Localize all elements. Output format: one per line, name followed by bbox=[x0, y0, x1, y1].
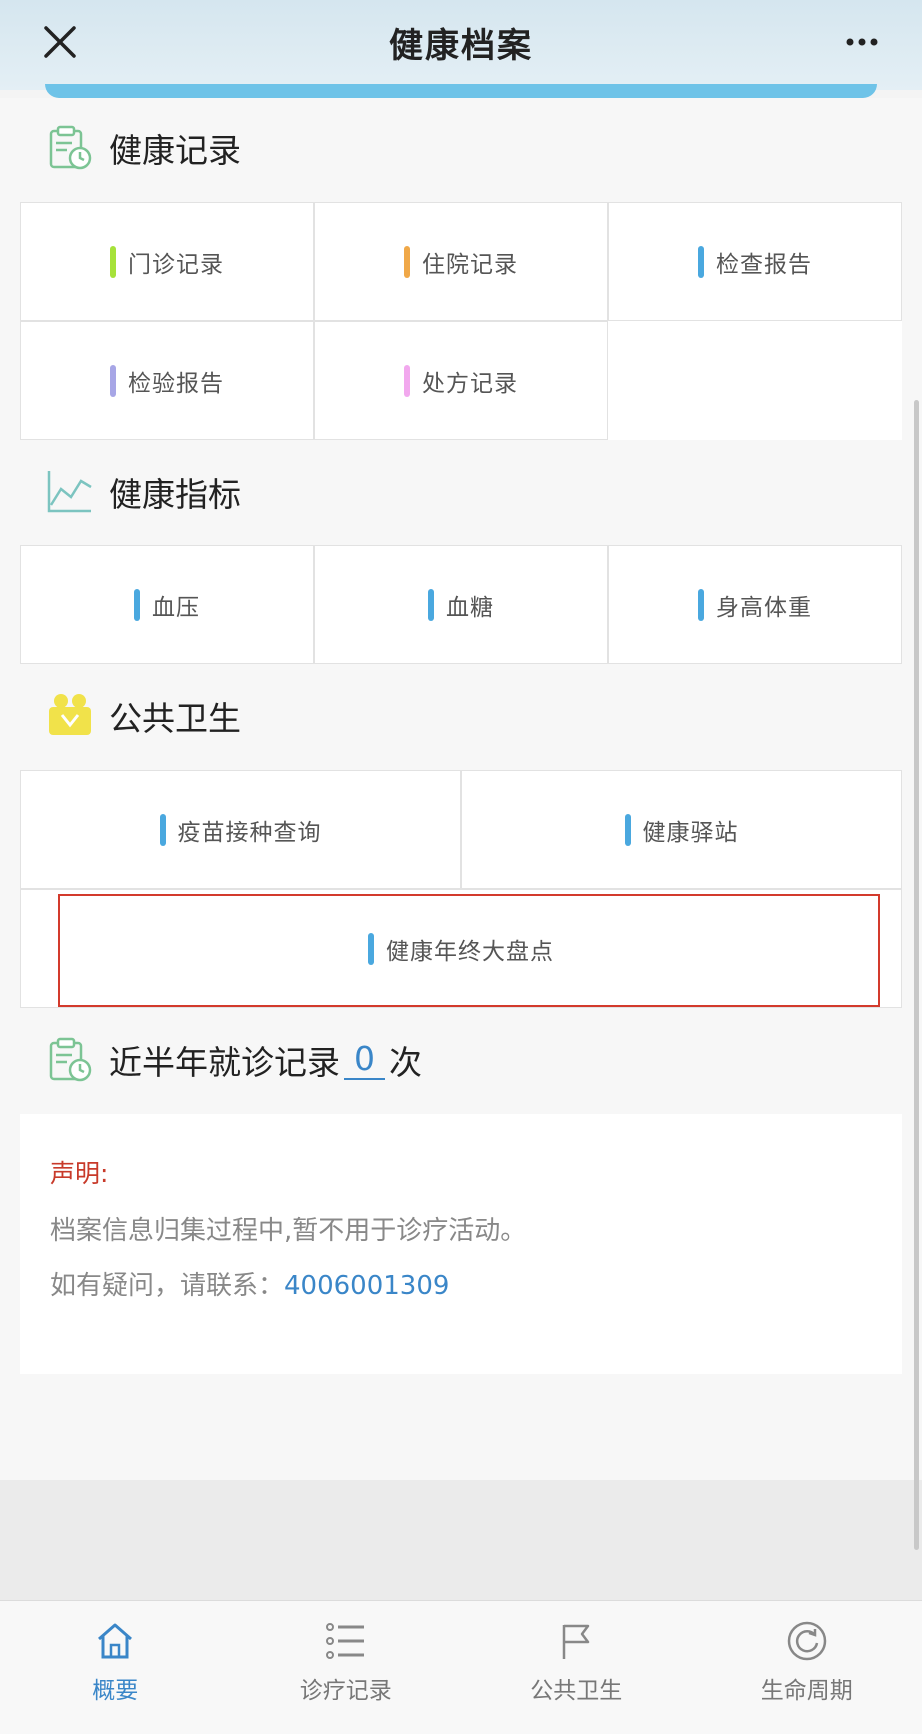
top-bar: 健康档案 bbox=[0, 0, 922, 90]
section-health-indicators-header: 健康指标 bbox=[45, 462, 241, 522]
color-bar bbox=[110, 246, 116, 278]
bottom-tab-bar: 概要 诊疗记录 公共卫生 生命周期 bbox=[0, 1600, 922, 1734]
home-icon bbox=[93, 1619, 137, 1663]
visits-suffix: 次 bbox=[389, 1036, 422, 1084]
prescription-records-button[interactable]: 处方记录 bbox=[314, 321, 608, 440]
cell-label: 门诊记录 bbox=[128, 245, 224, 279]
cell-label: 处方记录 bbox=[422, 364, 518, 398]
section-public-health-header: 公共卫生 bbox=[45, 686, 241, 746]
tab-label: 公共卫生 bbox=[530, 1671, 622, 1705]
banner-edge bbox=[45, 84, 877, 98]
color-bar bbox=[404, 365, 410, 397]
phone-link[interactable]: 4006001309 bbox=[284, 1271, 449, 1301]
tab-life-cycle[interactable]: 生命周期 bbox=[692, 1601, 922, 1734]
section-health-records-header: 健康记录 bbox=[45, 118, 241, 178]
color-bar bbox=[428, 589, 434, 621]
color-bar bbox=[404, 246, 410, 278]
section-title: 公共卫生 bbox=[109, 692, 241, 740]
cell-label: 健康驿站 bbox=[643, 813, 739, 847]
scrollbar[interactable] bbox=[914, 400, 919, 1550]
empty-cell bbox=[608, 321, 902, 440]
more-icon[interactable] bbox=[842, 22, 882, 62]
color-bar bbox=[134, 589, 140, 621]
section-title: 健康指标 bbox=[109, 468, 241, 516]
section-title: 健康记录 bbox=[109, 124, 241, 172]
refresh-icon bbox=[785, 1619, 829, 1663]
flag-icon bbox=[554, 1619, 598, 1663]
exam-report-button[interactable]: 检查报告 bbox=[608, 202, 902, 321]
visits-prefix: 近半年就诊记录 bbox=[109, 1036, 340, 1084]
tab-label: 生命周期 bbox=[761, 1671, 853, 1705]
tab-medical-records[interactable]: 诊疗记录 bbox=[231, 1601, 462, 1734]
footer-spacer bbox=[0, 1480, 922, 1600]
recent-visits: 近半年就诊记录 0 次 bbox=[45, 1030, 422, 1090]
color-bar bbox=[698, 246, 704, 278]
color-bar bbox=[368, 933, 374, 965]
cell-label: 检查报告 bbox=[716, 245, 812, 279]
tab-overview[interactable]: 概要 bbox=[0, 1601, 231, 1734]
lab-report-button[interactable]: 检验报告 bbox=[20, 321, 314, 440]
page-title: 健康档案 bbox=[0, 18, 922, 67]
notice-title: 声明: bbox=[50, 1154, 872, 1190]
contact-label: 如有疑问，请联系： bbox=[50, 1271, 284, 1301]
cell-label: 健康年终大盘点 bbox=[386, 932, 554, 966]
color-bar bbox=[625, 814, 631, 846]
visits-count-link[interactable]: 0 bbox=[344, 1040, 385, 1080]
notice-line: 档案信息归集过程中,暂不用于诊疗活动。 bbox=[50, 1210, 872, 1247]
inpatient-records-button[interactable]: 住院记录 bbox=[314, 202, 608, 321]
blood-pressure-button[interactable]: 血压 bbox=[20, 545, 314, 664]
cell-label: 血压 bbox=[152, 588, 200, 622]
health-station-button[interactable]: 健康驿站 bbox=[461, 770, 902, 889]
tab-label: 概要 bbox=[92, 1671, 138, 1705]
notice-card: 声明: 档案信息归集过程中,暂不用于诊疗活动。 如有疑问，请联系：4006001… bbox=[20, 1114, 902, 1374]
clipboard-clock-icon bbox=[45, 123, 95, 173]
color-bar bbox=[160, 814, 166, 846]
cell-label: 血糖 bbox=[446, 588, 494, 622]
line-chart-icon bbox=[45, 467, 95, 517]
notice-contact: 如有疑问，请联系：4006001309 bbox=[50, 1265, 872, 1302]
color-bar bbox=[110, 365, 116, 397]
cell-label: 住院记录 bbox=[422, 245, 518, 279]
tab-label: 诊疗记录 bbox=[300, 1671, 392, 1705]
outpatient-records-button[interactable]: 门诊记录 bbox=[20, 202, 314, 321]
color-bar bbox=[698, 589, 704, 621]
height-weight-button[interactable]: 身高体重 bbox=[608, 545, 902, 664]
public-health-icon bbox=[45, 691, 95, 741]
blood-sugar-button[interactable]: 血糖 bbox=[314, 545, 608, 664]
list-icon bbox=[324, 1619, 368, 1663]
vaccine-query-button[interactable]: 疫苗接种查询 bbox=[20, 770, 461, 889]
year-end-review-button[interactable]: 健康年终大盘点 bbox=[20, 889, 902, 1008]
cell-label: 检验报告 bbox=[128, 364, 224, 398]
tab-public-health[interactable]: 公共卫生 bbox=[461, 1601, 692, 1734]
cell-label: 疫苗接种查询 bbox=[178, 813, 322, 847]
cell-label: 身高体重 bbox=[716, 588, 812, 622]
clipboard-clock-icon bbox=[45, 1035, 95, 1085]
